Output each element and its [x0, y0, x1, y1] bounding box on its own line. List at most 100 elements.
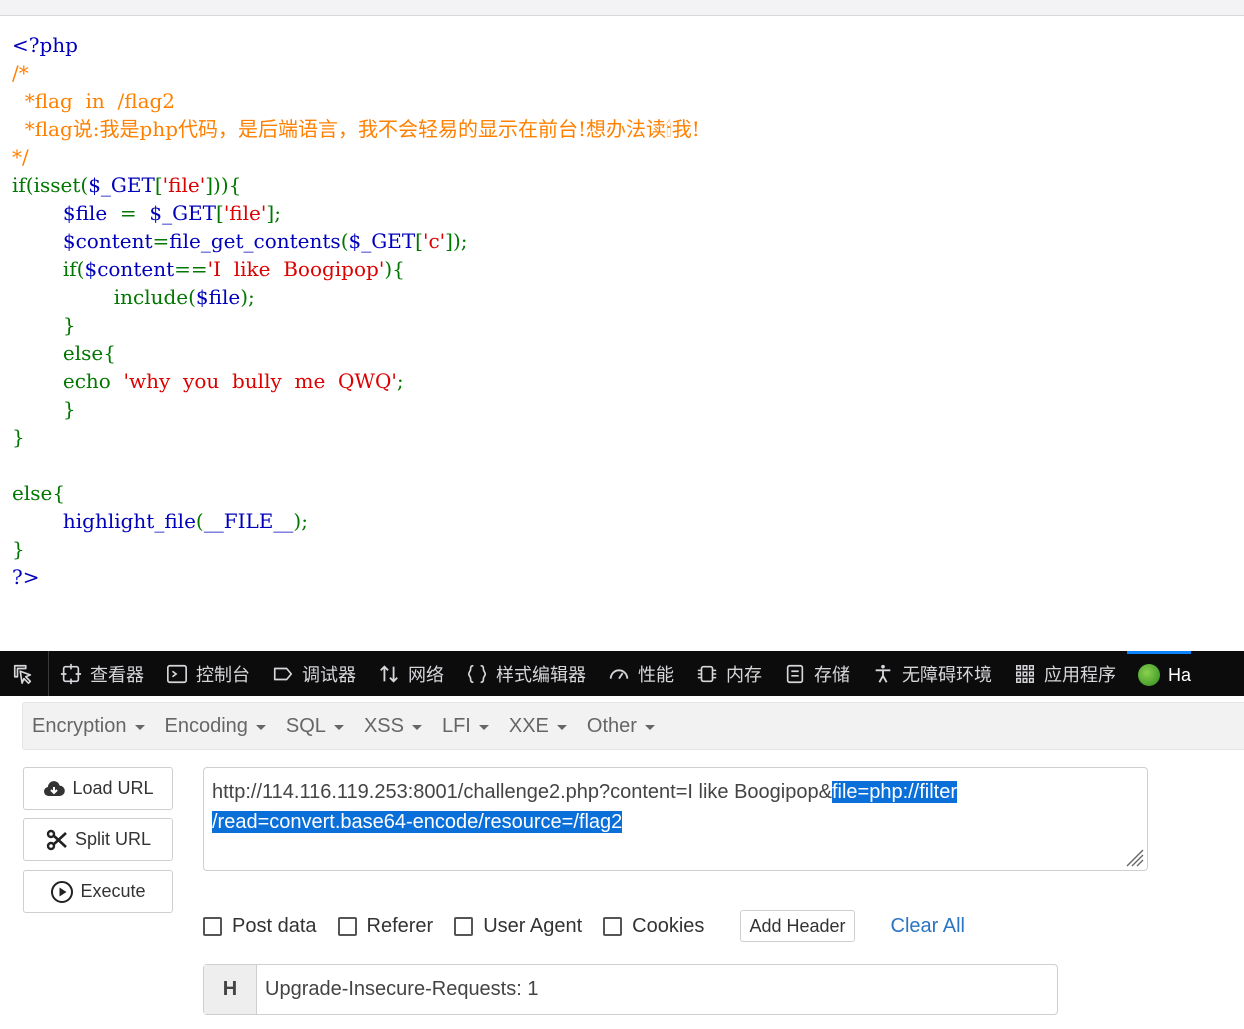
code-token: 'I like Boogipop'	[207, 257, 385, 281]
code-line: <?php	[12, 31, 1232, 59]
option-label: Cookies	[632, 914, 705, 937]
devtools-tab[interactable]: 性能	[597, 651, 685, 696]
menu-xxe[interactable]: XXE	[499, 702, 577, 750]
code-token: }	[12, 397, 76, 421]
caret-down-icon	[255, 724, 266, 730]
caret-down-icon	[644, 724, 655, 730]
menu-sql[interactable]: SQL	[276, 702, 354, 750]
code-token: *flag说:我是php代码，是后端语言，我不会轻易的显示在前台!想办法读🕯我!	[12, 117, 700, 141]
tab-hackbar[interactable]: Ha	[1127, 651, 1192, 696]
devtools-tab[interactable]: 网络	[367, 651, 455, 696]
code-line: if($content=='I like Boogipop'){	[12, 255, 1232, 283]
devtools-tab-label: 性能	[638, 664, 674, 685]
code-token: $_GET	[149, 201, 216, 225]
checkbox[interactable]	[337, 916, 357, 936]
memory-icon	[697, 665, 717, 682]
code-line: }	[12, 423, 1232, 451]
menu-lfi[interactable]: LFI	[432, 702, 499, 750]
menu-label: XSS	[363, 714, 404, 737]
devtools-tab[interactable]: 应用程序	[1003, 651, 1127, 696]
load-url-label: Load URL	[72, 778, 154, 798]
devtools-tab[interactable]: 无障碍环境	[861, 651, 1003, 696]
code-line: */	[12, 143, 1232, 171]
header-tag: H	[204, 965, 257, 1014]
code-token: *flag in /flag2	[12, 89, 176, 113]
option-label: User Agent	[483, 914, 583, 937]
code-token: /*	[12, 61, 29, 85]
option-cookies[interactable]: Cookies	[603, 915, 704, 938]
option-label: Post data	[232, 914, 317, 937]
accessibility-icon	[875, 664, 891, 683]
code-token: else{	[12, 481, 66, 505]
code-token: (	[195, 509, 204, 533]
menu-encoding[interactable]: Encoding	[155, 702, 276, 750]
url-textarea[interactable]: http://114.116.119.253:8001/challenge2.p…	[203, 767, 1148, 871]
menu-xss[interactable]: XSS	[354, 702, 432, 750]
code-token: highlight_file	[62, 509, 196, 533]
code-line: }	[12, 311, 1232, 339]
code-token: if(	[12, 257, 85, 281]
url-selected-text-2: /read=convert.base64-encode/resource=/fl…	[212, 811, 623, 833]
cloud-download-icon	[44, 780, 66, 796]
caret-down-icon	[134, 724, 145, 730]
code-token: =	[152, 229, 170, 253]
bookmarks-bar	[0, 0, 1244, 16]
devtools-tab-label: 存储	[814, 664, 850, 685]
devtools-tab[interactable]: 控制台	[155, 651, 261, 696]
code-token: );	[293, 509, 308, 533]
resize-grip-icon[interactable]	[1122, 845, 1144, 867]
execute-label: Execute	[80, 881, 146, 901]
devtools-tab[interactable]: 内存	[685, 651, 773, 696]
code-line: $content=file_get_contents($_GET['c']);	[12, 227, 1232, 255]
option-referer[interactable]: Referer	[337, 915, 433, 938]
inspector-icon	[60, 663, 82, 684]
devtools-tab[interactable]: 查看器	[49, 651, 155, 696]
code-token: [	[415, 229, 423, 253]
option-user-agent[interactable]: User Agent	[454, 915, 582, 938]
storage-icon	[786, 664, 804, 683]
code-token: }	[12, 537, 25, 561]
split-url-label: Split URL	[74, 829, 152, 849]
checkbox[interactable]	[603, 916, 623, 936]
load-url-button[interactable]: Load URL	[23, 767, 173, 810]
code-token: ?>	[12, 565, 40, 589]
element-picker-icon	[13, 664, 32, 684]
add-header-button[interactable]: Add Header	[740, 910, 855, 942]
menu-other[interactable]: Other	[577, 702, 665, 750]
devtools-tab[interactable]: 调试器	[261, 651, 367, 696]
code-line: echo 'why you bully me QWQ';	[12, 367, 1232, 395]
execute-button[interactable]: Execute	[23, 870, 173, 913]
devtools-tab-label: 内存	[726, 664, 762, 685]
menu-label: LFI	[441, 714, 471, 737]
clear-all-link[interactable]: Clear All	[891, 915, 965, 938]
devtools-tab[interactable]: 样式编辑器	[455, 651, 597, 696]
split-url-button[interactable]: Split URL	[23, 818, 173, 861]
code-token: ])){	[205, 173, 242, 197]
code-token: }	[12, 425, 25, 449]
code-token: ){	[384, 257, 405, 281]
code-token: $content	[84, 257, 175, 281]
checkbox[interactable]	[203, 916, 222, 936]
menu-encryption[interactable]: Encryption	[23, 702, 155, 750]
code-token: [	[216, 201, 224, 225]
application-icon	[1016, 664, 1034, 683]
devtools-tab-label: 应用程序	[1044, 664, 1116, 685]
devtools-toolbar: 查看器 控制台 调试器 网络 样式编辑器 性能 内存 存储 无障碍环境 应用程序 Ha	[0, 651, 1244, 696]
element-picker-button[interactable]	[0, 651, 49, 696]
debugger-icon	[273, 667, 293, 680]
menu-label: Encryption	[32, 714, 127, 737]
checkbox[interactable]	[454, 916, 474, 936]
devtools-tab[interactable]: 存储	[773, 651, 861, 696]
code-token: 'file'	[162, 173, 206, 197]
code-token: file_get_contents	[169, 229, 341, 253]
option-post-data[interactable]: Post data	[203, 915, 317, 938]
devtools-tab-label: 无障碍环境	[902, 664, 992, 685]
code-line: include($file);	[12, 283, 1232, 311]
code-token: echo	[12, 369, 124, 393]
code-token: );	[240, 285, 255, 309]
devtools-tab-label: 控制台	[196, 664, 250, 685]
header-value-input[interactable]: Upgrade-Insecure-Requests: 1	[257, 965, 538, 1014]
